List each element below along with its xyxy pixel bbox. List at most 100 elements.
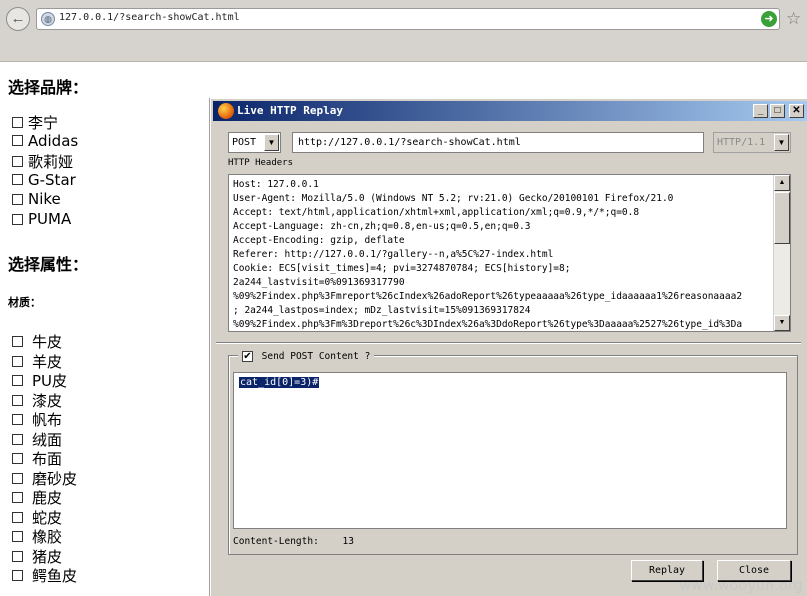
address-url: 127.0.0.1/?search-showCat.html bbox=[59, 12, 240, 23]
send-post-checkbox[interactable]: ✔ bbox=[242, 351, 253, 363]
checkbox[interactable] bbox=[12, 174, 23, 186]
brand-section-title: 选择品牌： bbox=[8, 78, 89, 97]
back-button[interactable]: ← bbox=[6, 7, 30, 31]
header-line: Accept: text/html,application/xhtml+xml,… bbox=[233, 207, 640, 218]
checkbox-row[interactable]: 蛇皮 bbox=[12, 507, 63, 527]
checkbox[interactable] bbox=[12, 570, 23, 581]
checkbox-row[interactable]: PU皮 bbox=[12, 370, 68, 390]
request-url-value: http://127.0.0.1/?search-showCat.html bbox=[298, 137, 521, 148]
bookmark-star-icon[interactable]: ☆ bbox=[786, 9, 801, 29]
checkbox-label: 绒面 bbox=[32, 430, 63, 449]
header-line: Referer: http://127.0.0.1/?gallery--n,a%… bbox=[233, 249, 554, 260]
checkbox-row[interactable]: 歌莉娅 bbox=[12, 151, 74, 172]
checkbox-label: Nike bbox=[28, 190, 61, 209]
checkbox[interactable] bbox=[12, 511, 23, 523]
go-icon[interactable]: ➜ bbox=[761, 11, 777, 27]
window-title: Live HTTP Replay bbox=[237, 104, 343, 117]
maximize-button[interactable]: □ bbox=[770, 104, 785, 118]
address-bar[interactable]: ◍ 127.0.0.1/?search-showCat.html ➜ bbox=[36, 8, 780, 30]
checkbox[interactable] bbox=[12, 472, 23, 484]
checkbox-row[interactable]: 李宁 bbox=[12, 112, 58, 132]
checkbox[interactable] bbox=[12, 550, 23, 562]
material-label: 材质： bbox=[8, 296, 41, 309]
header-line: 2a244_lastvisit=0%091369317790 bbox=[233, 277, 405, 288]
content-length: Content-Length: 13 bbox=[233, 536, 354, 547]
checkbox-row[interactable]: 绒面 bbox=[12, 429, 63, 449]
checkbox-label: PUMA bbox=[28, 210, 72, 228]
checkbox-row[interactable]: 布面 bbox=[12, 448, 63, 468]
checkbox-label: 羊皮 bbox=[32, 352, 63, 371]
checkbox[interactable] bbox=[12, 375, 23, 386]
post-content-textarea[interactable]: cat_id[0]=3)# bbox=[233, 372, 787, 529]
checkbox[interactable] bbox=[12, 531, 23, 542]
checkbox-label: 歌莉娅 bbox=[28, 153, 74, 172]
checkbox-row[interactable]: 牛皮 bbox=[12, 331, 62, 351]
method-select[interactable]: POST ▼ bbox=[228, 132, 281, 153]
checkbox-label: 漆皮 bbox=[32, 391, 63, 410]
checkbox-row[interactable]: Adidas bbox=[12, 132, 78, 151]
method-value: POST bbox=[232, 137, 257, 148]
watermark: www.wooyun.org bbox=[679, 578, 803, 594]
content-length-label: Content-Length: bbox=[233, 536, 319, 547]
checkbox-row[interactable]: 羊皮 bbox=[12, 351, 63, 371]
header-line: Cookie: ECS[visit_times]=4; pvi=32748707… bbox=[233, 263, 571, 274]
checkbox-label: 鹿皮 bbox=[32, 489, 63, 507]
window-close-button[interactable]: ✕ bbox=[789, 104, 804, 118]
content-length-value: 13 bbox=[342, 536, 354, 547]
checkbox[interactable] bbox=[12, 135, 23, 147]
checkbox[interactable] bbox=[12, 492, 23, 503]
checkbox-label: 磨砂皮 bbox=[32, 469, 78, 488]
send-post-toggle[interactable]: ✔ Send POST Content ? bbox=[238, 348, 375, 363]
checkbox-label: 蛇皮 bbox=[32, 508, 63, 527]
checkbox-row[interactable]: PUMA bbox=[12, 210, 71, 229]
window-titlebar[interactable]: Live HTTP Replay _ □ ✕ bbox=[213, 101, 807, 121]
checkbox[interactable] bbox=[12, 453, 23, 464]
checkbox[interactable] bbox=[12, 156, 23, 168]
checkbox[interactable] bbox=[12, 355, 23, 367]
checkbox-label: 猪皮 bbox=[32, 547, 63, 566]
scroll-down-icon[interactable]: ▼ bbox=[774, 315, 790, 331]
checkbox[interactable] bbox=[12, 394, 23, 406]
checkbox-label: G-Star bbox=[28, 170, 76, 189]
checkbox-row[interactable]: 漆皮 bbox=[12, 390, 63, 410]
protocol-select[interactable]: HTTP/1.1 ▼ bbox=[713, 132, 791, 153]
divider bbox=[216, 342, 801, 344]
header-line: User-Agent: Mozilla/5.0 (Windows NT 5.2;… bbox=[233, 193, 674, 204]
request-url-field[interactable]: http://127.0.0.1/?search-showCat.html bbox=[292, 132, 704, 153]
chevron-down-icon[interactable]: ▼ bbox=[264, 134, 279, 151]
checkbox-label: 橡胶 bbox=[32, 528, 63, 546]
http-headers-textarea[interactable]: Host: 127.0.0.1 User-Agent: Mozilla/5.0 (… bbox=[228, 174, 791, 332]
checkbox[interactable] bbox=[12, 117, 23, 128]
header-line: ; 2a244_lastpos=index; mDz_lastvisit=15%… bbox=[233, 305, 531, 316]
scroll-up-icon[interactable]: ▲ bbox=[774, 175, 790, 191]
checkbox[interactable] bbox=[12, 414, 23, 425]
chevron-down-icon[interactable]: ▼ bbox=[774, 134, 789, 151]
checkbox-row[interactable]: G-Star bbox=[12, 171, 76, 190]
http-headers-text: Host: 127.0.0.1 User-Agent: Mozilla/5.0 (… bbox=[233, 178, 769, 331]
checkbox[interactable] bbox=[12, 433, 23, 445]
checkbox-row[interactable]: 猪皮 bbox=[12, 546, 63, 566]
browser-toolbar: ◍ 127.0.0.1/?search-showCat.html ➜ ← ☆ bbox=[0, 0, 807, 62]
headers-scrollbar[interactable]: ▲ ▼ bbox=[773, 175, 790, 331]
header-line: %09%2Findex.php%3Fm%3Dreport%26c%3DIndex… bbox=[233, 319, 743, 330]
checkbox-row[interactable]: 磨砂皮 bbox=[12, 468, 78, 488]
checkbox[interactable] bbox=[12, 336, 23, 347]
globe-icon: ◍ bbox=[41, 12, 55, 26]
header-line: Accept-Encoding: gzip, deflate bbox=[233, 235, 405, 246]
checkbox[interactable] bbox=[12, 193, 23, 205]
http-headers-label: HTTP Headers bbox=[228, 158, 294, 168]
header-line: Accept-Language: zh-cn,zh;q=0.8,en-us;q=… bbox=[233, 221, 531, 232]
checkbox-label: PU皮 bbox=[32, 372, 68, 390]
checkbox-row[interactable]: 鹿皮 bbox=[12, 487, 63, 507]
checkbox[interactable] bbox=[12, 213, 23, 225]
minimize-button[interactable]: _ bbox=[753, 104, 768, 118]
checkbox-row[interactable]: 鳄鱼皮 bbox=[12, 565, 78, 585]
checkbox-row[interactable]: Nike bbox=[12, 190, 61, 209]
send-post-label: Send POST Content ? bbox=[261, 351, 371, 363]
scrollbar-thumb[interactable] bbox=[774, 192, 790, 244]
checkbox-row[interactable]: 帆布 bbox=[12, 409, 62, 429]
header-line: %09%2Findex.php%3Fmreport%26cIndex%26ado… bbox=[233, 291, 743, 302]
checkbox-row[interactable]: 橡胶 bbox=[12, 526, 63, 546]
checkbox-label: 鳄鱼皮 bbox=[32, 567, 78, 585]
checkbox-label: 布面 bbox=[32, 450, 63, 468]
